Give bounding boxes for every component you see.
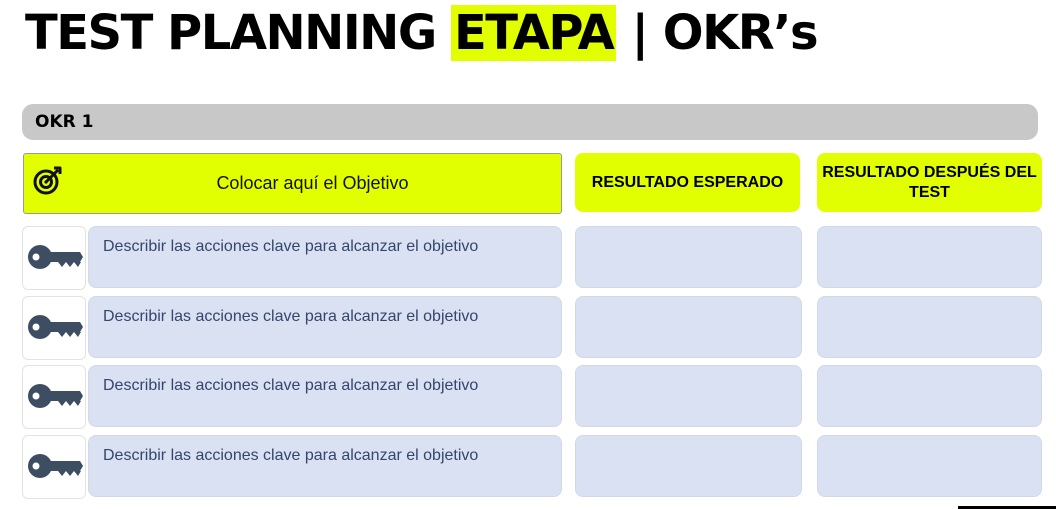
key-icon (28, 315, 83, 339)
objective-text: Colocar aquí el Objetivo (216, 173, 409, 193)
key-icon-box (22, 365, 86, 429)
key-icon (28, 384, 83, 408)
key-result-text: Describir las acciones clave para alcanz… (103, 238, 479, 255)
key-icon-box (22, 226, 86, 290)
title-part-1: TEST PLANNING (25, 5, 451, 61)
after-test-result-cell[interactable] (817, 296, 1042, 358)
after-test-result-cell[interactable] (817, 435, 1042, 497)
header-result-after-test: RESULTADO DESPUÉS DEL TEST (817, 153, 1042, 212)
title-highlight: ETAPA (450, 5, 617, 61)
expected-result-cell[interactable] (575, 435, 802, 497)
okr-label: OKR 1 (35, 112, 94, 132)
key-icon-box (22, 296, 86, 360)
header-expected-result: RESULTADO ESPERADO (575, 153, 800, 212)
key-icon-box (22, 435, 86, 499)
after-test-result-cell[interactable] (817, 365, 1042, 427)
key-icon (28, 454, 83, 478)
expected-result-cell[interactable] (575, 226, 802, 288)
key-result-cell[interactable]: Describir las acciones clave para alcanz… (88, 296, 562, 358)
expected-result-cell[interactable] (575, 365, 802, 427)
page-title: TEST PLANNING ETAPA | OKR’s (25, 2, 819, 64)
after-test-result-cell[interactable] (817, 226, 1042, 288)
title-part-2: | OKR’s (616, 5, 819, 61)
objective-field[interactable]: Colocar aquí el Objetivo (23, 153, 562, 214)
key-result-text: Describir las acciones clave para alcanz… (103, 308, 479, 325)
key-result-text: Describir las acciones clave para alcanz… (103, 377, 479, 394)
key-icon (28, 245, 83, 269)
key-result-cell[interactable]: Describir las acciones clave para alcanz… (88, 435, 562, 497)
target-icon (33, 166, 62, 195)
okr-header-bar: OKR 1 (22, 104, 1038, 140)
expected-result-cell[interactable] (575, 296, 802, 358)
key-result-cell[interactable]: Describir las acciones clave para alcanz… (88, 226, 562, 288)
key-result-cell[interactable]: Describir las acciones clave para alcanz… (88, 365, 562, 427)
key-result-text: Describir las acciones clave para alcanz… (103, 447, 479, 464)
